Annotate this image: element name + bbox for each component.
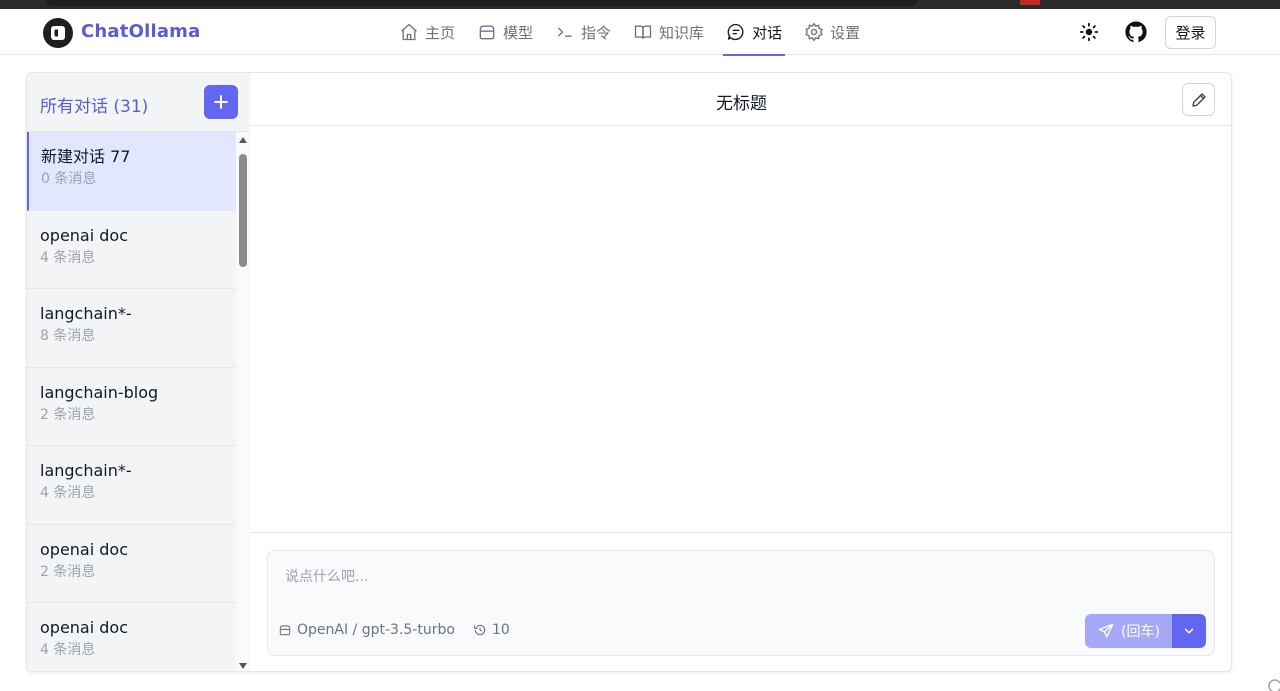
- model-selector[interactable]: OpenAI / gpt-3.5-turbo: [278, 622, 455, 638]
- conversation-item[interactable]: langchain-blog 2 条消息: [27, 368, 236, 446]
- message-composer: OpenAI / gpt-3.5-turbo 10 (回车): [267, 550, 1215, 656]
- scroll-down-arrow-icon[interactable]: [239, 663, 247, 669]
- scrollbar-thumb[interactable]: [239, 154, 247, 267]
- conversation-item[interactable]: 新建对话 77 0 条消息: [27, 132, 236, 211]
- conversation-message-count: 4 条消息: [40, 485, 96, 501]
- conversation-message-count: 2 条消息: [40, 563, 96, 580]
- conversation-name: openai doc: [40, 225, 129, 245]
- layers-icon: [279, 625, 291, 636]
- github-icon[interactable]: [1124, 20, 1148, 44]
- send-icon: [1098, 623, 1114, 638]
- nav-item-knowledge[interactable]: 知识库: [630, 9, 707, 55]
- conversation-item[interactable]: openai doc 2 条消息: [27, 525, 236, 603]
- nav-label: 指令: [581, 23, 612, 42]
- conversation-list-scrollbar[interactable]: [236, 132, 250, 671]
- nav-item-chat[interactable]: 对话: [723, 9, 786, 56]
- conversation-item[interactable]: openai doc 4 条消息: [27, 211, 236, 289]
- send-button[interactable]: (回车): [1085, 614, 1172, 648]
- nav-label: 设置: [830, 23, 861, 42]
- nav-label: 对话: [752, 23, 783, 42]
- nav-label: 模型: [503, 23, 534, 42]
- send-button-label: (回车): [1121, 624, 1160, 640]
- history-setting[interactable]: 10: [473, 622, 510, 638]
- conversation-name: openai doc: [40, 539, 129, 559]
- nav-label: 主页: [425, 23, 456, 42]
- model-name: OpenAI / gpt-3.5-turbo: [297, 622, 455, 638]
- sun-icon[interactable]: [1078, 21, 1100, 43]
- conversation-name: langchain-blog: [40, 382, 159, 402]
- conversation-message-count: 4 条消息: [40, 642, 96, 658]
- pencil-icon: [1191, 92, 1206, 107]
- login-button[interactable]: 登录: [1165, 16, 1216, 49]
- chat-header: 无标题: [250, 73, 1231, 126]
- conversation-message-count: 0 条消息: [41, 171, 97, 187]
- conversation-message-count: 8 条消息: [40, 328, 96, 344]
- book-icon: [634, 25, 652, 39]
- conversation-message-count: 4 条消息: [40, 249, 96, 266]
- message-input[interactable]: [285, 565, 1185, 589]
- browser-top-strip: [0, 0, 1280, 9]
- chatollama-logo-icon[interactable]: [42, 17, 74, 49]
- nav-item-home[interactable]: 主页: [396, 9, 458, 55]
- chat-panel: 所有对话 (31) 新建对话 77 0 条消息 openai doc 4 条消息…: [26, 72, 1232, 672]
- conversation-item[interactable]: langchain*- 4 条消息: [27, 446, 236, 525]
- chat-title: 无标题: [716, 94, 767, 114]
- history-count: 10: [492, 622, 510, 638]
- terminal-icon: [557, 27, 572, 37]
- conversation-name: langchain*-: [40, 461, 132, 480]
- nav-item-settings[interactable]: 设置: [801, 9, 863, 55]
- home-icon: [401, 23, 417, 41]
- conversation-message-count: 2 条消息: [40, 406, 96, 423]
- history-icon: [474, 624, 486, 636]
- send-options-dropdown[interactable]: [1172, 614, 1206, 648]
- edit-conversation-button[interactable]: [1182, 83, 1215, 116]
- app-brand-name[interactable]: ChatOllama: [81, 21, 200, 42]
- browser-tab-bar: [46, 0, 918, 6]
- gear-icon: [805, 22, 823, 42]
- chat-messages-area: [250, 126, 1231, 532]
- conversation-item[interactable]: openai doc 4 条消息: [27, 603, 236, 671]
- corner-widget-icon[interactable]: [1263, 676, 1280, 691]
- conversation-list: 新建对话 77 0 条消息 openai doc 4 条消息 langchain…: [27, 132, 236, 671]
- scroll-up-arrow-icon[interactable]: [239, 137, 247, 143]
- chat-footer: OpenAI / gpt-3.5-turbo 10 (回车): [250, 532, 1231, 671]
- chevron-down-icon: [1184, 628, 1194, 634]
- nav-item-models[interactable]: 模型: [474, 9, 536, 55]
- plus-icon: [214, 95, 228, 109]
- layers-icon: [479, 25, 495, 40]
- new-conversation-button[interactable]: [204, 85, 238, 119]
- nav-item-instructions[interactable]: 指令: [552, 9, 614, 55]
- send-button-group: (回车): [1085, 614, 1206, 648]
- conversation-name: langchain*-: [40, 304, 132, 323]
- top-header: ChatOllama 主页 模型 指令 知识库 对话 设置 登录: [0, 9, 1280, 56]
- nav-label: 知识库: [659, 23, 705, 42]
- conversation-name: 新建对话 77: [41, 147, 131, 166]
- conversation-name: openai doc: [40, 618, 129, 637]
- chat-icon: [727, 23, 744, 41]
- main-nav: 主页 模型 指令 知识库 对话 设置: [396, 9, 879, 56]
- sidebar-header: 所有对话 (31): [27, 73, 250, 132]
- conversation-item[interactable]: langchain*- 8 条消息: [27, 289, 236, 368]
- conversation-sidebar: 所有对话 (31) 新建对话 77 0 条消息 openai doc 4 条消息…: [27, 73, 250, 671]
- notification-badge: [1020, 0, 1040, 5]
- all-conversations-title: 所有对话 (31): [40, 97, 149, 117]
